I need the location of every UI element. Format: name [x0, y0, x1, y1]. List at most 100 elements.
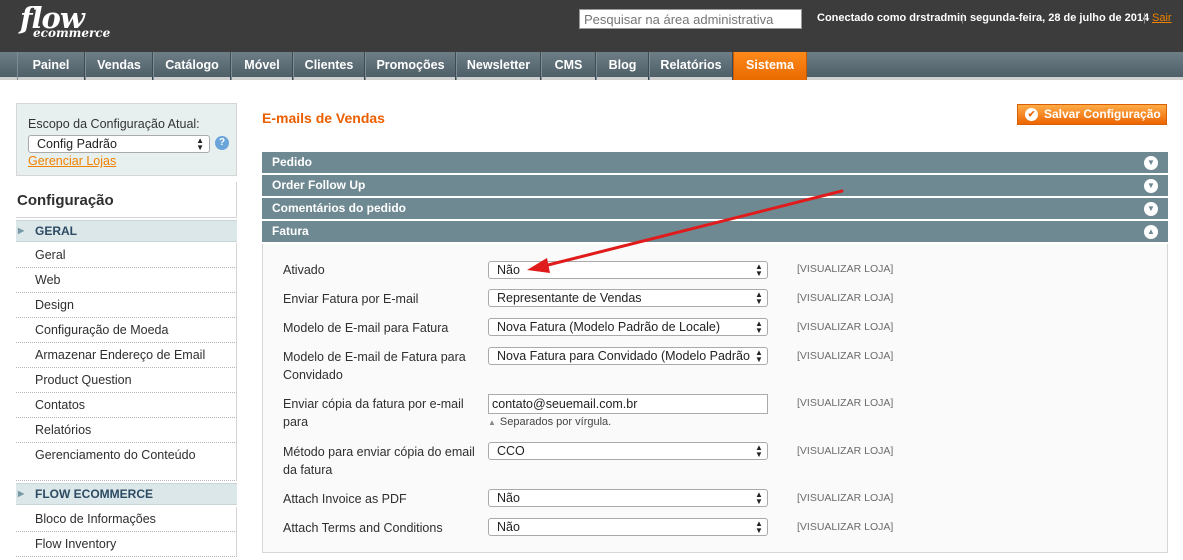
select-arrows-icon: ▲ ▼ — [754, 519, 764, 535]
header-separator: | — [961, 12, 964, 24]
sidebar-group-flow-ecommerce[interactable]: ▶ FLOW ECOMMERCE — [16, 483, 237, 505]
scope-label: [VISUALIZAR LOJA] — [797, 397, 894, 409]
field-note: ▲ Separados por vírgula. — [488, 416, 611, 428]
section-pedido[interactable]: Pedido ▼ — [262, 152, 1168, 174]
admin-header: flow ecommerce Conectado como drstradmin… — [0, 0, 1183, 52]
select-value: Não — [497, 491, 520, 505]
logout-link[interactable]: Sair — [1152, 12, 1172, 24]
field-label-metodo-copia: Método para enviar cópia do email da fat… — [283, 445, 475, 477]
select-arrows-icon: ▲ ▼ — [754, 319, 764, 335]
sidebar-item-web[interactable]: Web — [16, 268, 237, 293]
nav-tab-clientes[interactable]: Clientes — [293, 52, 365, 80]
select-value: CCO — [497, 444, 525, 458]
scope-label: [VISUALIZAR LOJA] — [797, 492, 894, 504]
select-value: Nova Fatura (Modelo Padrão de Locale) — [497, 320, 721, 334]
nav-tab-blog[interactable]: Blog — [596, 52, 649, 80]
flow-ecommerce-logo[interactable]: flow ecommerce — [20, 4, 111, 40]
scope-label: [VISUALIZAR LOJA] — [797, 521, 894, 533]
section-fatura[interactable]: Fatura ▲ — [262, 221, 1168, 243]
main-nav: Painel Vendas Catálogo Móvel Clientes Pr… — [0, 52, 1183, 80]
nav-tab-relatorios[interactable]: Relatórios — [649, 52, 733, 80]
field-label-attach-pdf: Attach Invoice as PDF — [283, 492, 407, 506]
expand-icon: ▼ — [1144, 179, 1158, 193]
select-arrows-icon: ▲ ▼ — [754, 262, 764, 278]
attach-pdf-select[interactable]: Não ▲ ▼ — [488, 489, 768, 507]
expand-icon: ▼ — [1144, 202, 1158, 216]
nav-tab-catalogo[interactable]: Catálogo — [153, 52, 231, 80]
scope-label: [VISUALIZAR LOJA] — [797, 445, 894, 457]
select-arrows-icon: ▲ ▼ — [754, 490, 764, 506]
save-config-button[interactable]: ✔ Salvar Configuração — [1017, 104, 1167, 125]
group-expand-icon: ▶ — [18, 489, 25, 498]
group-label: GERAL — [35, 224, 77, 238]
select-arrows-icon: ▲ ▼ — [754, 348, 764, 364]
sidebar-item-design[interactable]: Design — [16, 293, 237, 318]
scope-select[interactable]: Config Padrão ▲ ▼ — [28, 135, 210, 153]
select-value: Não — [497, 263, 520, 277]
select-value: Nova Fatura para Convidado (Modelo Padrã… — [497, 349, 750, 363]
scope-label: [VISUALIZAR LOJA] — [797, 350, 894, 362]
nav-tab-vendas[interactable]: Vendas — [85, 52, 153, 80]
field-label-copia-email: Enviar cópia da fatura por e-mail para — [283, 397, 464, 429]
section-title: Comentários do pedido — [272, 201, 407, 215]
section-title: Pedido — [272, 155, 313, 169]
logged-in-user-text: Conectado como drstradmin — [817, 12, 967, 24]
page-title: E-mails de Vendas — [262, 110, 385, 126]
sidebar-item-contatos[interactable]: Contatos — [16, 393, 237, 418]
modelo-convidado-select[interactable]: Nova Fatura para Convidado (Modelo Padrã… — [488, 347, 768, 365]
attach-terms-select[interactable]: Não ▲ ▼ — [488, 518, 768, 536]
group-expand-icon: ▶ — [18, 226, 25, 235]
sidebar-item-bloco-informacoes[interactable]: Bloco de Informações — [16, 507, 237, 532]
sidebar-item-product-question[interactable]: Product Question — [16, 368, 237, 393]
nav-tab-promocoes[interactable]: Promoções — [365, 52, 456, 80]
header-separator: | — [1143, 12, 1146, 24]
expand-icon: ▼ — [1144, 156, 1158, 170]
metodo-copia-select[interactable]: CCO ▲ ▼ — [488, 442, 768, 460]
save-config-label: Salvar Configuração — [1044, 107, 1161, 121]
nav-tab-sistema[interactable]: Sistema — [733, 52, 807, 80]
help-icon[interactable]: ? — [215, 136, 229, 150]
nav-tab-cms[interactable]: CMS — [541, 52, 596, 80]
sidebar-item-moeda[interactable]: Configuração de Moeda — [16, 318, 237, 343]
ativado-select[interactable]: Não ▲ ▼ — [488, 261, 768, 279]
global-search-input[interactable] — [579, 9, 802, 29]
sidebar-item-relatorios[interactable]: Relatórios — [16, 418, 237, 443]
collapse-icon: ▲ — [1144, 225, 1158, 239]
config-scope-box: Escopo da Configuração Atual: Config Pad… — [16, 103, 237, 176]
manage-stores-link[interactable]: Gerenciar Lojas — [28, 154, 116, 168]
copia-email-input[interactable]: contato@seuemail.com.br — [488, 394, 768, 414]
section-title: Order Follow Up — [272, 178, 366, 192]
modelo-email-select[interactable]: Nova Fatura (Modelo Padrão de Locale) ▲ ▼ — [488, 318, 768, 336]
scope-label: Escopo da Configuração Atual: — [28, 117, 200, 131]
configuration-title: Configuração — [16, 182, 237, 218]
field-label-modelo-email: Modelo de E-mail para Fatura — [283, 321, 449, 335]
section-comentarios-pedido[interactable]: Comentários do pedido ▼ — [262, 198, 1168, 220]
select-arrows-icon: ▲ ▼ — [754, 443, 764, 459]
field-label-attach-terms: Attach Terms and Conditions — [283, 521, 443, 535]
sidebar-group-geral[interactable]: ▶ GERAL — [16, 220, 237, 242]
scope-label: [VISUALIZAR LOJA] — [797, 292, 894, 304]
select-arrows-icon: ▲ ▼ — [754, 290, 764, 306]
logo-subline: ecommerce — [33, 26, 111, 40]
nav-tab-painel[interactable]: Painel — [17, 52, 85, 80]
scope-label: [VISUALIZAR LOJA] — [797, 321, 894, 333]
sidebar-item-geral[interactable]: Geral — [16, 243, 237, 268]
section-order-follow-up[interactable]: Order Follow Up ▼ — [262, 175, 1168, 197]
select-value: Não — [497, 520, 520, 534]
group-label: FLOW ECOMMERCE — [35, 487, 153, 501]
section-title: Fatura — [272, 224, 309, 238]
scope-label: [VISUALIZAR LOJA] — [797, 263, 894, 275]
enviar-fatura-select[interactable]: Representante de Vendas ▲ ▼ — [488, 289, 768, 307]
check-icon: ✔ — [1025, 108, 1038, 121]
select-value: Representante de Vendas — [497, 291, 642, 305]
select-arrows-icon: ▲ ▼ — [196, 136, 204, 152]
sidebar-item-flow-inventory[interactable]: Flow Inventory — [16, 532, 237, 557]
note-text: Separados por vírgula. — [499, 416, 612, 428]
field-label-modelo-convidado: Modelo de E-mail de Fatura para Convidad… — [283, 350, 466, 382]
field-label-ativado: Ativado — [283, 263, 325, 277]
sidebar-item-endereco-email[interactable]: Armazenar Endereço de Email — [16, 343, 237, 368]
nav-tab-movel[interactable]: Móvel — [231, 52, 293, 80]
nav-tab-newsletter[interactable]: Newsletter — [456, 52, 541, 80]
current-date-text: segunda-feira, 28 de julho de 2014 — [970, 12, 1150, 24]
sidebar-item-conteudo[interactable]: Gerenciamento do Conteúdo — [16, 443, 237, 481]
